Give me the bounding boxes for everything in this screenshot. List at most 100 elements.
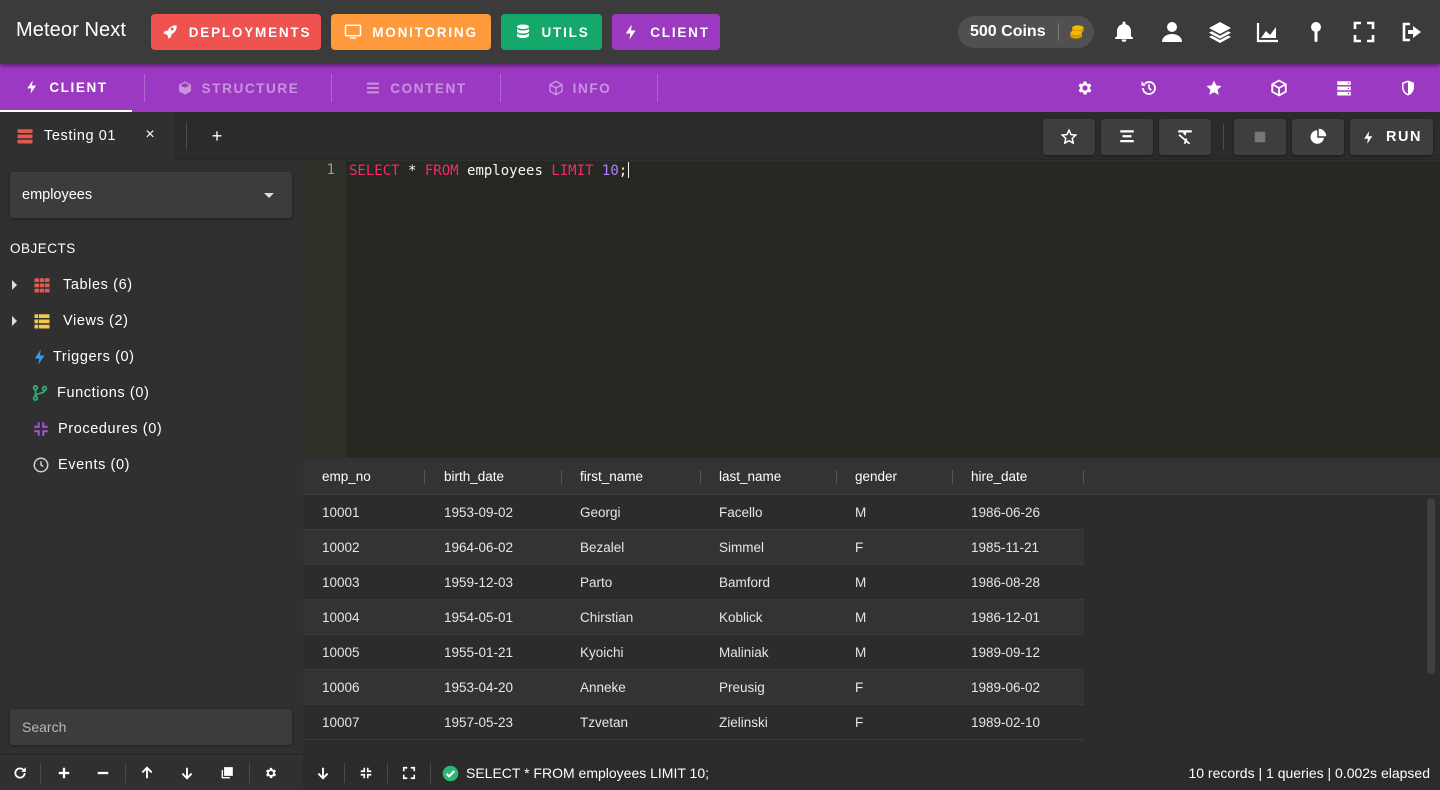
monitoring-button[interactable]: MONITORING <box>331 14 491 50</box>
fullscreen-icon[interactable] <box>1350 18 1378 46</box>
table-cell[interactable]: F <box>836 530 952 565</box>
table-cell[interactable]: 1955-01-21 <box>425 635 561 670</box>
table-cell[interactable]: 1959-12-03 <box>425 565 561 600</box>
table-cell[interactable]: 1986-08-28 <box>952 565 1084 600</box>
star-icon[interactable] <box>1203 77 1225 99</box>
server-icon[interactable] <box>1333 77 1355 99</box>
format-query-button[interactable] <box>1101 119 1153 155</box>
table-cell[interactable]: Chirstian <box>561 600 700 635</box>
table-cell[interactable]: Preusig <box>700 670 836 705</box>
table-cell[interactable]: 10007 <box>303 705 425 740</box>
table-cell[interactable]: 10001 <box>303 495 425 530</box>
table-cell[interactable]: 1989-02-10 <box>952 705 1084 740</box>
search-input[interactable] <box>10 709 292 745</box>
client-button[interactable]: CLIENT <box>612 14 720 50</box>
user-icon[interactable] <box>1158 18 1186 46</box>
chart-area-icon[interactable] <box>1254 18 1282 46</box>
table-cell[interactable]: 10004 <box>303 600 425 635</box>
table-cell[interactable]: Maliniak <box>700 635 836 670</box>
collapse-icon[interactable] <box>358 765 374 781</box>
arrow-down-icon[interactable] <box>315 765 331 781</box>
column-header[interactable]: gender <box>836 458 953 495</box>
table-cell[interactable]: 1954-05-01 <box>425 600 561 635</box>
arrow-up-icon[interactable] <box>139 765 155 781</box>
table-cell[interactable]: Simmel <box>700 530 836 565</box>
logout-icon[interactable] <box>1398 18 1426 46</box>
arrow-down-icon[interactable] <box>179 765 195 781</box>
layers-icon[interactable] <box>1206 18 1234 46</box>
table-cell[interactable]: Anneke <box>561 670 700 705</box>
clear-format-button[interactable] <box>1159 119 1211 155</box>
table-cell[interactable]: Zielinski <box>700 705 836 740</box>
table-cell[interactable]: Koblick <box>700 600 836 635</box>
cube-icon[interactable] <box>1268 77 1290 99</box>
column-header[interactable]: emp_no <box>303 458 425 495</box>
refresh-icon[interactable] <box>12 765 28 781</box>
table-cell[interactable]: 10003 <box>303 565 425 600</box>
column-header[interactable]: birth_date <box>425 458 562 495</box>
utils-button[interactable]: UTILS <box>501 14 602 50</box>
table-row[interactable]: 10005 1955-01-21 Kyoichi Maliniak M 1989-09-1… <box>303 635 1084 670</box>
shield-icon[interactable] <box>1397 77 1419 99</box>
sql-editor[interactable]: 1 SELECT * FROM employees LIMIT 10; <box>303 161 1440 458</box>
table-cell[interactable]: M <box>836 495 952 530</box>
table-cell[interactable]: Bezalel <box>561 530 700 565</box>
table-cell[interactable]: Georgi <box>561 495 700 530</box>
history-icon[interactable] <box>1138 77 1160 99</box>
table-cell[interactable]: Bamford <box>700 565 836 600</box>
table-cell[interactable]: 1953-09-02 <box>425 495 561 530</box>
table-row[interactable]: 10007 1957-05-23 Tzvetan Zielinski F 1989-02-… <box>303 705 1084 740</box>
deployments-button[interactable]: DEPLOYMENTS <box>151 14 321 50</box>
table-cell[interactable]: M <box>836 565 952 600</box>
table-cell[interactable]: 10002 <box>303 530 425 565</box>
table-cell[interactable]: Kyoichi <box>561 635 700 670</box>
tree-item-tables[interactable]: Tables (6) <box>12 273 133 297</box>
plus-icon[interactable] <box>56 765 72 781</box>
table-cell[interactable]: 1986-06-26 <box>952 495 1084 530</box>
column-header[interactable]: hire_date <box>952 458 1084 495</box>
table-cell[interactable]: Tzvetan <box>561 705 700 740</box>
gear-icon[interactable] <box>1074 77 1096 99</box>
tree-item-events[interactable]: Events (0) <box>32 453 130 477</box>
tab-structure[interactable]: STRUCTURE <box>146 64 330 112</box>
table-cell[interactable]: F <box>836 705 952 740</box>
table-row[interactable]: 10001 1953-09-02 Georgi Facello M 1986-06-26 <box>303 495 1084 530</box>
tab-content[interactable]: CONTENT <box>332 64 500 112</box>
tree-item-procedures[interactable]: Procedures (0) <box>32 417 162 441</box>
table-cell[interactable]: 10005 <box>303 635 425 670</box>
column-header[interactable]: last_name <box>700 458 837 495</box>
table-cell[interactable]: F <box>836 670 952 705</box>
table-row[interactable]: 10003 1959-12-03 Parto Bamford M 1986-08-28 <box>303 565 1084 600</box>
add-connection-button[interactable]: + <box>208 125 226 147</box>
table-cell[interactable]: 10006 <box>303 670 425 705</box>
explain-query-button[interactable] <box>1292 119 1344 155</box>
tree-item-functions[interactable]: Functions (0) <box>31 381 149 405</box>
table-cell[interactable]: Facello <box>700 495 836 530</box>
tab-client[interactable]: CLIENT <box>0 64 132 112</box>
table-cell[interactable]: 1989-09-12 <box>952 635 1084 670</box>
close-icon[interactable]: × <box>142 127 158 143</box>
favorite-query-button[interactable] <box>1043 119 1095 155</box>
table-cell[interactable]: M <box>836 600 952 635</box>
table-cell[interactable]: Parto <box>561 565 700 600</box>
bell-icon[interactable] <box>1110 18 1138 46</box>
copy-icon[interactable] <box>219 765 235 781</box>
expand-icon[interactable] <box>401 765 417 781</box>
scrollbar-thumb[interactable] <box>1427 498 1435 674</box>
column-header[interactable]: first_name <box>561 458 701 495</box>
code-line[interactable]: SELECT * FROM employees LIMIT 10; <box>349 162 630 179</box>
column-divider[interactable] <box>1083 470 1084 484</box>
tree-item-triggers[interactable]: Triggers (0) <box>31 345 135 369</box>
stop-query-button[interactable] <box>1234 119 1286 155</box>
grid-scrollbar[interactable] <box>1424 495 1440 753</box>
tab-info[interactable]: INFO <box>502 64 657 112</box>
table-cell[interactable]: 1964-06-02 <box>425 530 561 565</box>
table-cell[interactable]: 1985-11-21 <box>952 530 1084 565</box>
table-cell[interactable]: 1957-05-23 <box>425 705 561 740</box>
gear-icon[interactable] <box>263 765 279 781</box>
table-cell[interactable]: M <box>836 635 952 670</box>
table-row[interactable]: 10002 1964-06-02 Bezalel Simmel F 1985-11-21 <box>303 530 1084 565</box>
table-cell[interactable]: 1953-04-20 <box>425 670 561 705</box>
table-cell[interactable]: 1986-12-01 <box>952 600 1084 635</box>
table-cell[interactable]: 1989-06-02 <box>952 670 1084 705</box>
